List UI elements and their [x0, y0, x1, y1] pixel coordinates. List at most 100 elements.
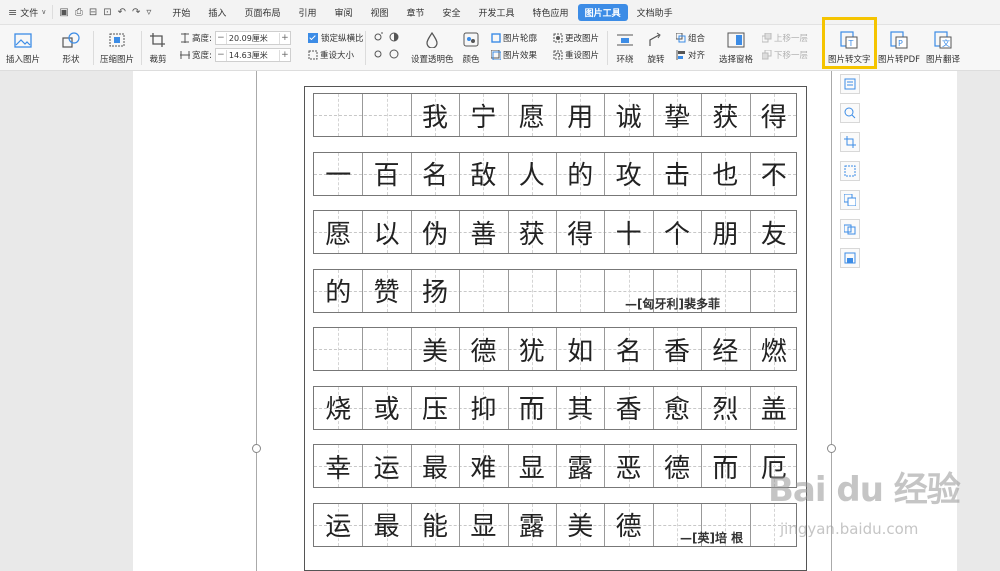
resize-handle-right[interactable]: [827, 444, 836, 453]
save-icon[interactable]: ▣: [59, 7, 68, 18]
ocr-icon[interactable]: [840, 74, 860, 94]
redo-icon[interactable]: ↷: [132, 7, 140, 18]
height-stepper[interactable]: − 20.09厘米 +: [214, 31, 291, 45]
grid-cell: [459, 270, 507, 312]
tab-11[interactable]: 文档助手: [628, 4, 682, 21]
copy-icon[interactable]: [840, 219, 860, 239]
grid-row: 幸运最难显露恶德而厄: [313, 444, 797, 488]
reset-size-button[interactable]: 重设大小: [308, 49, 354, 61]
height-value[interactable]: 20.09厘米: [225, 32, 280, 44]
wrap-button[interactable]: 环绕: [614, 25, 636, 70]
undo-icon[interactable]: ↶: [118, 7, 126, 18]
grid-cell: 而: [518, 395, 545, 425]
color-button[interactable]: 颜色: [460, 25, 482, 70]
grid-cell: 露: [518, 512, 545, 542]
grid-cell: 我: [421, 102, 448, 133]
bring-forward-button[interactable]: 上移一层: [761, 32, 808, 44]
export-pdf-icon[interactable]: ⎙: [75, 7, 83, 18]
set-transparent-button[interactable]: 设置透明色: [411, 25, 454, 70]
grid-cell: 扬: [421, 278, 448, 308]
file-menu-label: 文件: [20, 8, 39, 19]
grid-cell: [750, 270, 798, 312]
insert-picture-button[interactable]: 插入图片: [6, 25, 40, 70]
tab-10[interactable]: 图片工具: [577, 3, 628, 21]
hamburger-icon: ≡: [8, 5, 18, 19]
reset-picture-label: 重设图片: [565, 51, 600, 61]
chevron-down-icon: ∨: [41, 8, 47, 16]
grid-cell: 运: [325, 512, 352, 542]
grid-cell: 挚: [663, 102, 690, 133]
tab-7[interactable]: 安全: [434, 4, 470, 21]
height-decrease[interactable]: −: [216, 33, 226, 43]
height-label: 高度:: [192, 34, 212, 44]
grid-cell: 最: [373, 512, 400, 542]
resize-icon[interactable]: [840, 161, 860, 181]
reset-picture-button[interactable]: 重设图片: [553, 49, 599, 61]
selection-pane-label: 选择窗格: [719, 55, 754, 65]
change-picture-button[interactable]: 更改图片: [553, 32, 599, 44]
grid-cell: 德: [615, 512, 642, 542]
crop-icon[interactable]: [840, 132, 860, 152]
contrast-decrease-button[interactable]: [389, 49, 401, 59]
selection-pane-button[interactable]: 选择窗格: [719, 25, 753, 70]
tab-6[interactable]: 章节: [398, 4, 434, 21]
pic-translate-button[interactable]: 文 图片翻译: [926, 25, 960, 70]
grid-cell: 用: [567, 102, 594, 133]
grid-cell: 美: [567, 512, 594, 542]
width-value[interactable]: 14.63厘米: [225, 49, 280, 61]
print-preview-icon[interactable]: ⊡: [103, 7, 111, 18]
brightness-increase-button[interactable]: [373, 32, 385, 42]
wrap-label: 环绕: [616, 55, 634, 65]
grid-cell: 能: [421, 512, 448, 542]
tab-0[interactable]: 开始: [163, 4, 199, 21]
group-button[interactable]: 组合: [675, 32, 705, 44]
resize-handle-left[interactable]: [252, 444, 261, 453]
zoom-icon[interactable]: [840, 103, 860, 123]
tab-5[interactable]: 视图: [361, 4, 397, 21]
print-icon[interactable]: ⊟: [89, 7, 97, 18]
floating-picture-toolbar: [840, 74, 860, 277]
height-increase[interactable]: +: [280, 33, 290, 43]
lock-ratio-checkbox[interactable]: 锁定纵横比: [308, 32, 364, 44]
picture-effect-button[interactable]: 图片效果: [490, 49, 537, 61]
tab-9[interactable]: 特色应用: [524, 4, 578, 21]
pic-translate-icon: 文: [932, 30, 954, 50]
highlight-box: [822, 17, 877, 69]
file-menu[interactable]: ≡ 文件 ∨: [0, 0, 52, 24]
reset-picture-icon: [553, 50, 563, 60]
shape-button[interactable]: 形状: [60, 25, 82, 70]
contrast-increase-button[interactable]: [389, 32, 401, 42]
width-increase[interactable]: +: [280, 50, 290, 60]
pic-to-pdf-button[interactable]: P 图片转PDF: [878, 25, 920, 70]
picture-outline-button[interactable]: 图片轮廓: [491, 32, 537, 44]
height-control: 高度: − 20.09厘米 +: [180, 31, 291, 45]
grid-row: 烧或压抑而其香愈烈盖: [313, 385, 797, 430]
brightness-decrease-button[interactable]: [373, 49, 385, 59]
grid-cell: 显: [518, 453, 545, 484]
change-picture-label: 更改图片: [565, 34, 600, 44]
save-icon[interactable]: [840, 248, 860, 268]
grid-cell: 也: [712, 161, 739, 191]
drop-icon: [421, 30, 443, 50]
crop-button[interactable]: 裁剪: [147, 25, 169, 70]
compress-picture-button[interactable]: 压缩图片: [100, 25, 134, 70]
align-button[interactable]: 对齐: [676, 49, 705, 61]
tab-2[interactable]: 页面布局: [235, 4, 289, 21]
baidu-jingyan-watermark: Bai du 经验 jingyan.baidu.com: [768, 462, 961, 538]
rotate-button[interactable]: 旋转: [645, 25, 667, 70]
tab-3[interactable]: 引用: [289, 4, 325, 21]
grid-row: 愿以伪善获得十个朋友: [313, 210, 797, 254]
brightness-up-icon: [373, 32, 383, 42]
tab-1[interactable]: 插入: [199, 4, 235, 21]
tab-4[interactable]: 审阅: [325, 4, 361, 21]
pic-to-pdf-label: 图片转PDF: [878, 55, 921, 65]
tab-8[interactable]: 开发工具: [470, 4, 524, 21]
customize-icon[interactable]: ▿: [146, 7, 151, 18]
width-decrease[interactable]: −: [216, 50, 226, 60]
grid-cell: 得: [567, 219, 594, 250]
replace-icon[interactable]: [840, 190, 860, 210]
grid-cell: 德: [663, 453, 690, 484]
selected-picture[interactable]: 我宁愿用诚挚获得一百名敌人的攻击也不愿以伪善获得十个朋友的赞扬美德犹如名香经燃烧…: [304, 86, 807, 571]
width-stepper[interactable]: − 14.63厘米 +: [214, 48, 291, 62]
send-backward-button[interactable]: 下移一层: [761, 49, 808, 61]
